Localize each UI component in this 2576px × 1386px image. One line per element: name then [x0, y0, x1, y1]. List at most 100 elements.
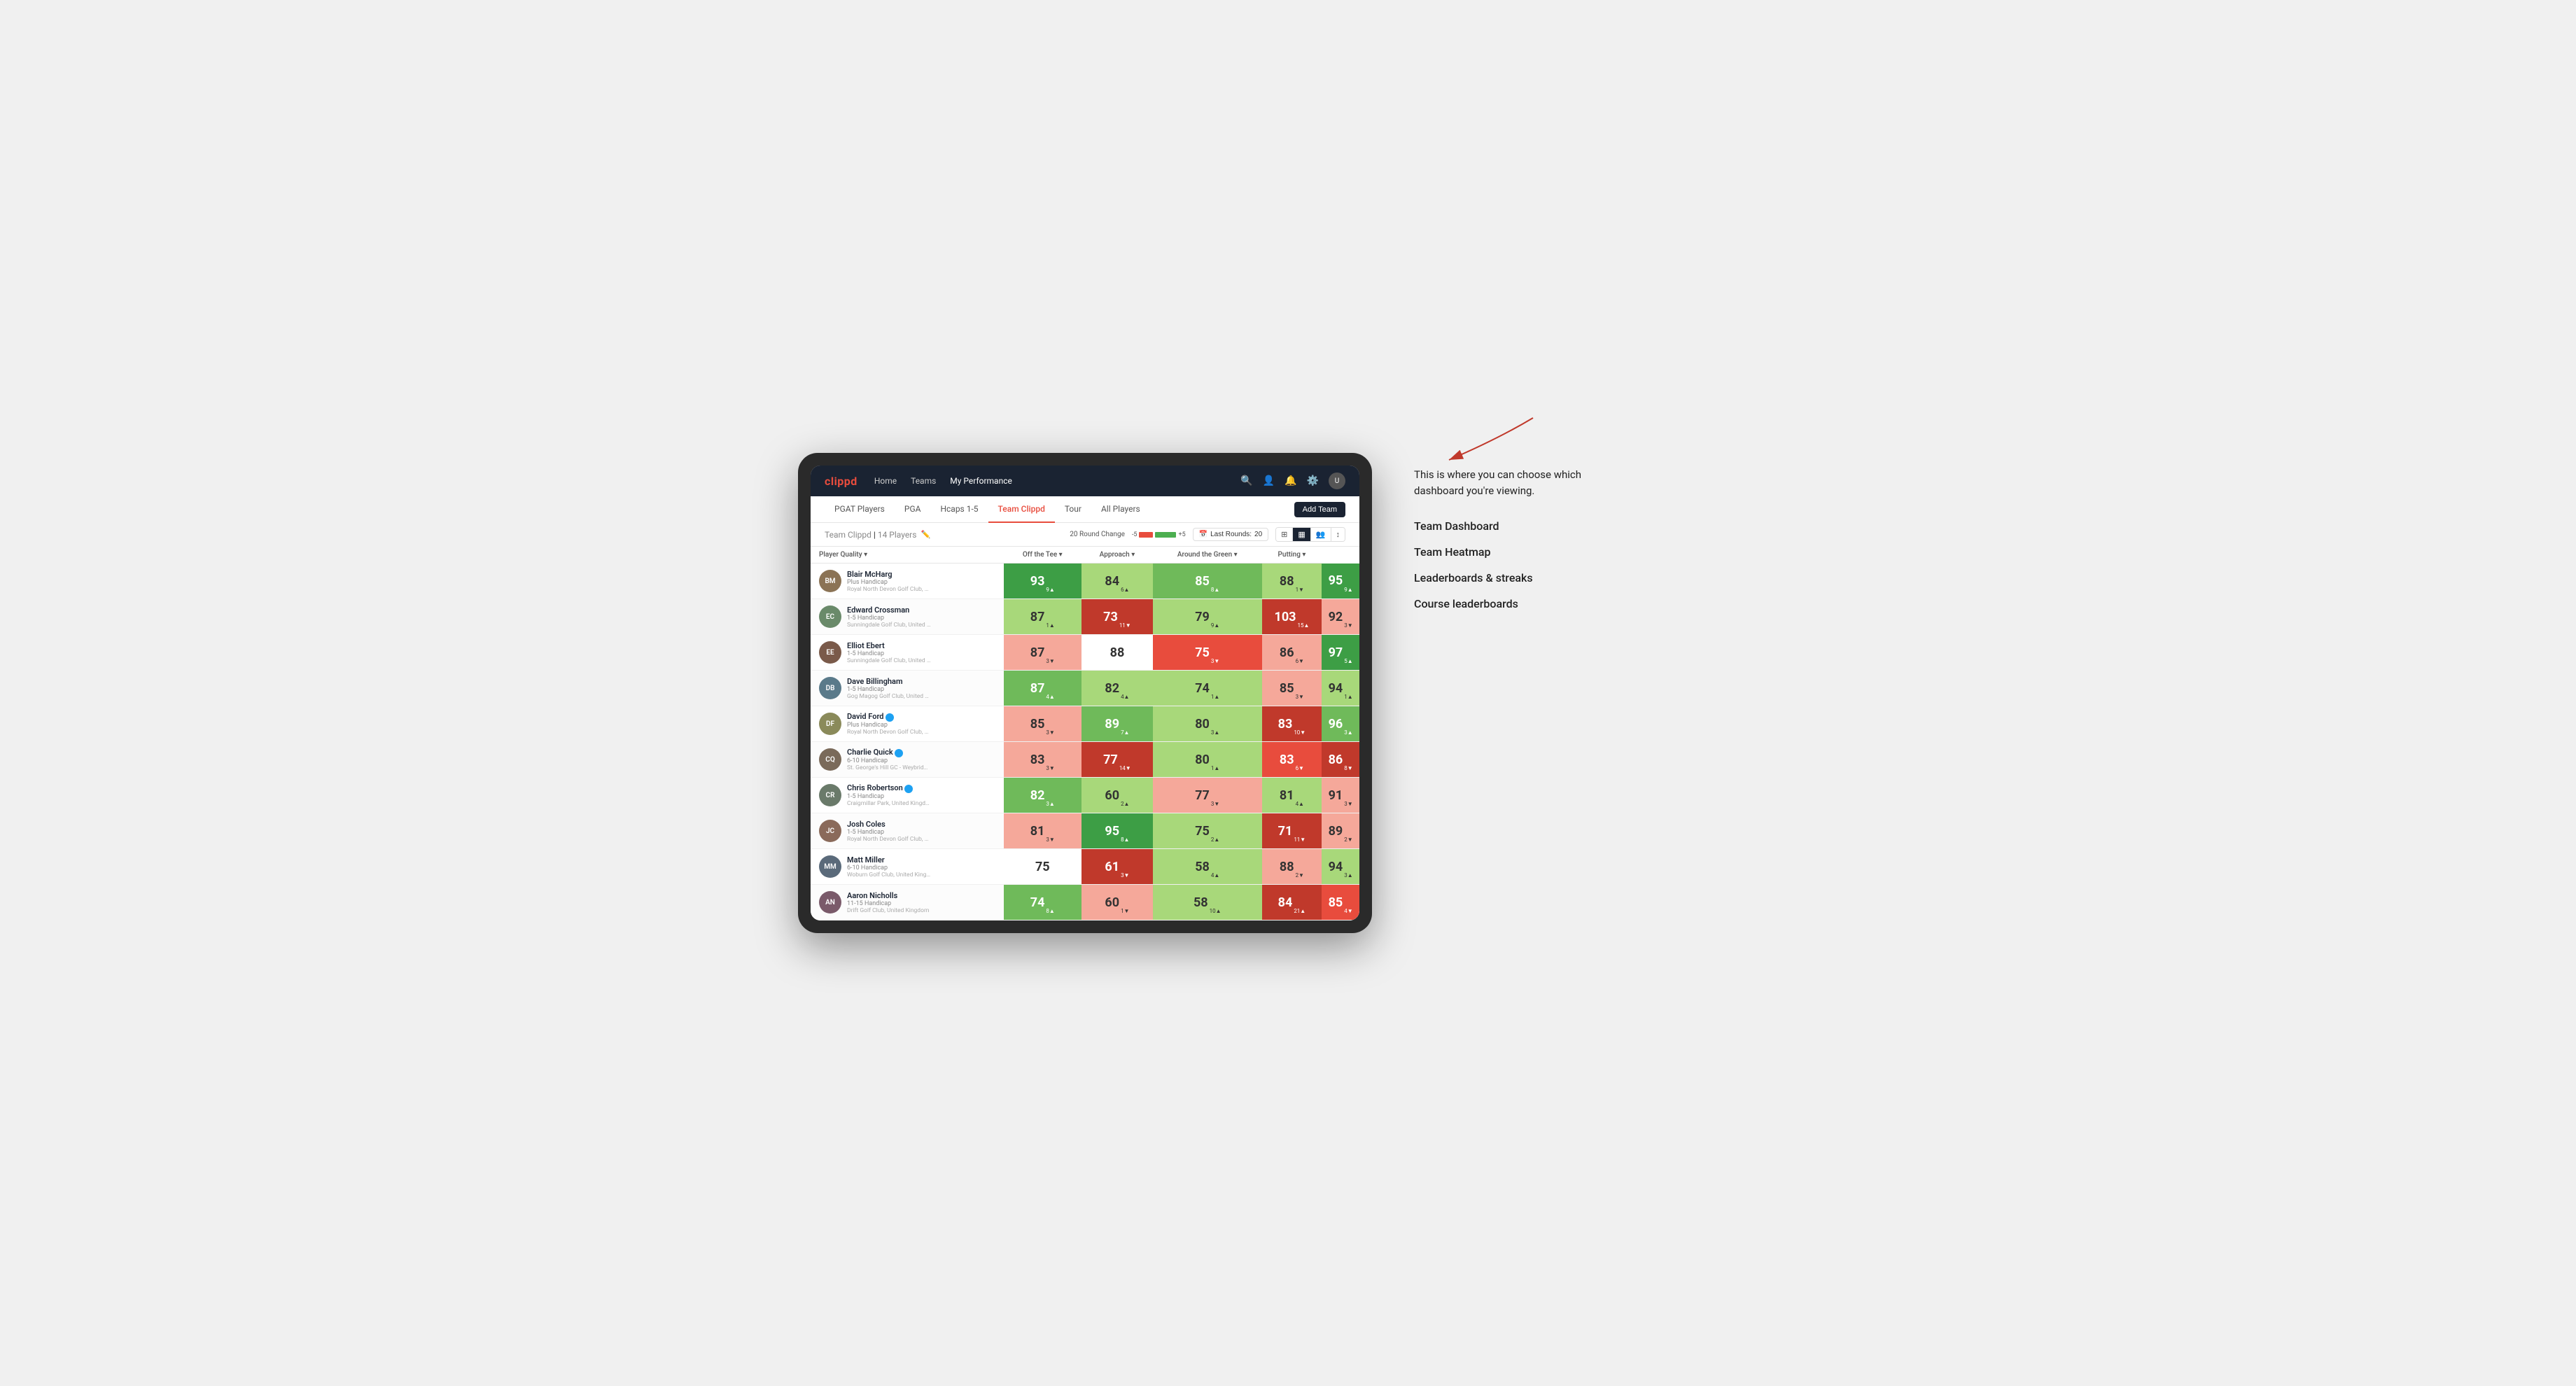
player-cell[interactable]: MMMatt Miller6-10 HandicapWoburn Golf Cl… — [811, 849, 1004, 885]
score-cell: 613▼ — [1082, 849, 1153, 885]
player-cell[interactable]: DBDave Billingham1-5 HandicapGog Magog G… — [811, 671, 1004, 706]
player-cell[interactable]: JCJosh Coles1-5 HandicapRoyal North Devo… — [811, 813, 1004, 849]
avatar[interactable]: U — [1329, 472, 1345, 489]
player-club: Woburn Golf Club, United Kingdom — [847, 872, 931, 878]
score-cell: 813▼ — [1004, 813, 1082, 849]
score-change: 3▼ — [1046, 836, 1054, 848]
score-value: 81 — [1030, 824, 1045, 839]
player-handicap: Plus Handicap — [847, 722, 931, 729]
player-name: David Ford — [847, 712, 931, 721]
score-value: 60 — [1105, 788, 1119, 803]
view-toggle-grid1[interactable]: ⊞ — [1276, 528, 1293, 541]
score-cell: 741▲ — [1153, 671, 1262, 706]
tab-hcaps[interactable]: Hcaps 1-5 — [930, 496, 988, 523]
score-value: 84 — [1105, 574, 1119, 589]
verified-icon — [904, 785, 913, 793]
annotation-arrow — [1393, 411, 1568, 467]
view-toggle-grid2[interactable]: ▦ — [1293, 528, 1310, 541]
col-header-putting[interactable]: Putting ▾ — [1262, 547, 1322, 564]
view-toggle-list[interactable]: ↕ — [1331, 528, 1345, 541]
score-change: 1▼ — [1296, 587, 1304, 598]
score-value: 88 — [1110, 645, 1125, 660]
tab-tour[interactable]: Tour — [1055, 496, 1091, 523]
search-icon[interactable]: 🔍 — [1240, 475, 1252, 486]
view-toggle-avatar[interactable]: 👥 — [1311, 528, 1331, 541]
player-club: Royal North Devon Golf Club, United King… — [847, 586, 931, 593]
score-cell: 88 — [1082, 635, 1153, 671]
score-change: 4▲ — [1211, 872, 1219, 884]
last-rounds-button[interactable]: 📅 Last Rounds: 20 — [1193, 528, 1269, 541]
col-header-approach[interactable]: Approach ▾ — [1082, 547, 1153, 564]
player-avatar: DF — [819, 713, 841, 735]
score-change: 1▲ — [1211, 765, 1219, 777]
tab-pgat-players[interactable]: PGAT Players — [825, 496, 895, 523]
score-value: 94 — [1329, 860, 1343, 874]
table-row: CQCharlie Quick6-10 HandicapSt. George's… — [811, 742, 1359, 778]
round-change-label: 20 Round Change — [1070, 531, 1125, 538]
score-change: 2▲ — [1211, 836, 1219, 848]
tab-team-clippd[interactable]: Team Clippd — [988, 496, 1055, 523]
player-avatar: EC — [819, 606, 841, 628]
score-change: 14▼ — [1119, 765, 1131, 777]
table-row: ANAaron Nicholls11-15 HandicapDrift Golf… — [811, 885, 1359, 920]
score-change: 4▼ — [1344, 908, 1352, 920]
nav-link-teams[interactable]: Teams — [911, 475, 936, 487]
score-change: 3▼ — [1046, 765, 1054, 777]
annotation-item-0: Team Dashboard — [1414, 519, 1610, 533]
score-cell: 803▲ — [1153, 706, 1262, 742]
score-cell: 846▲ — [1082, 564, 1153, 599]
player-handicap: 1-5 Handicap — [847, 829, 931, 836]
score-cell: 874▲ — [1004, 671, 1082, 706]
player-club: Royal North Devon Golf Club, United King… — [847, 836, 931, 843]
score-cell: 963▲ — [1322, 706, 1359, 742]
round-change-bar: -5 +5 — [1132, 531, 1186, 538]
score-change: 3▼ — [1046, 729, 1054, 741]
score-change: 2▲ — [1121, 801, 1129, 813]
score-change: 3▼ — [1121, 872, 1129, 884]
annotation-panel: This is where you can choose which dashb… — [1414, 453, 1610, 610]
player-cell[interactable]: BMBlair McHargPlus HandicapRoyal North D… — [811, 564, 1004, 599]
player-cell[interactable]: CQCharlie Quick6-10 HandicapSt. George's… — [811, 742, 1004, 778]
annotation-intro-text: This is where you can choose which dashb… — [1414, 467, 1610, 498]
score-change: 3▲ — [1211, 729, 1219, 741]
score-value: 87 — [1030, 681, 1045, 696]
tablet-screen: clippd Home Teams My Performance 🔍 👤 🔔 ⚙… — [811, 465, 1359, 920]
annotation-item-3: Course leaderboards — [1414, 597, 1610, 610]
player-club: Gog Magog Golf Club, United Kingdom — [847, 693, 931, 700]
score-change: 3▼ — [1211, 801, 1219, 813]
person-icon[interactable]: 👤 — [1263, 475, 1275, 486]
score-change: 3▲ — [1344, 729, 1352, 741]
player-club: Drift Golf Club, United Kingdom — [847, 907, 929, 914]
score-change: 2▼ — [1296, 872, 1304, 884]
score-value: 61 — [1105, 860, 1119, 874]
verified-icon — [886, 713, 894, 722]
edit-icon[interactable]: ✏️ — [920, 530, 930, 539]
player-cell[interactable]: ANAaron Nicholls11-15 HandicapDrift Golf… — [811, 885, 1004, 920]
player-handicap: 1-5 Handicap — [847, 686, 931, 693]
score-value: 80 — [1195, 752, 1210, 767]
player-cell[interactable]: ECEdward Crossman1-5 HandicapSunningdale… — [811, 599, 1004, 635]
score-change: 3▼ — [1296, 694, 1304, 706]
col-header-offtee[interactable]: Off the Tee ▾ — [1004, 547, 1082, 564]
score-cell: 871▲ — [1004, 599, 1082, 635]
score-change: 9▲ — [1211, 622, 1219, 634]
player-handicap: Plus Handicap — [847, 579, 931, 586]
tab-all-players[interactable]: All Players — [1091, 496, 1150, 523]
col-header-aroundgreen[interactable]: Around the Green ▾ — [1153, 547, 1262, 564]
player-cell[interactable]: CRChris Robertson1-5 HandicapCraigmillar… — [811, 778, 1004, 813]
calendar-icon: 📅 — [1199, 531, 1208, 538]
add-team-button[interactable]: Add Team — [1294, 502, 1345, 517]
bell-icon[interactable]: 🔔 — [1284, 475, 1296, 486]
nav-link-home[interactable]: Home — [874, 475, 897, 487]
annotation-item-1: Team Heatmap — [1414, 545, 1610, 559]
settings-icon[interactable]: ⚙️ — [1307, 475, 1319, 486]
tab-pga[interactable]: PGA — [895, 496, 931, 523]
annotation-item-2: Leaderboards & streaks — [1414, 571, 1610, 584]
table-row: CRChris Robertson1-5 HandicapCraigmillar… — [811, 778, 1359, 813]
score-value: 96 — [1329, 717, 1343, 732]
player-cell[interactable]: DFDavid FordPlus HandicapRoyal North Dev… — [811, 706, 1004, 742]
nav-link-myperformance[interactable]: My Performance — [950, 475, 1012, 487]
score-value: 87 — [1030, 645, 1045, 660]
player-cell[interactable]: EEElliot Ebert1-5 HandicapSunningdale Go… — [811, 635, 1004, 671]
table-row: EEElliot Ebert1-5 HandicapSunningdale Go… — [811, 635, 1359, 671]
